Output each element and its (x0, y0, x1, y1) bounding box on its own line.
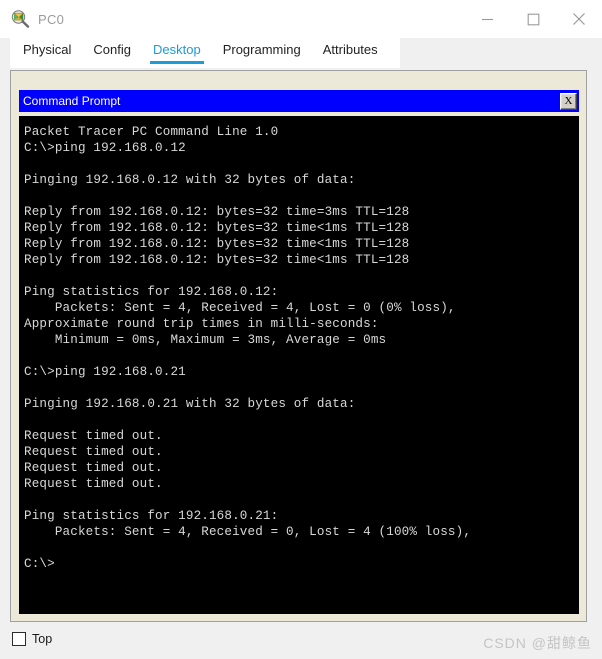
top-checkbox[interactable] (12, 632, 26, 646)
tab-attributes[interactable]: Attributes (323, 38, 378, 64)
command-prompt-close-button[interactable]: X (560, 92, 577, 110)
desktop-panel: Command Prompt X Packet Tracer PC Comman… (10, 70, 587, 622)
packet-tracer-magnifier-icon (10, 9, 30, 29)
command-prompt-titlebar: Command Prompt X (19, 90, 579, 112)
maximize-button[interactable] (510, 0, 556, 38)
command-prompt-title: Command Prompt (23, 94, 121, 108)
tab-programming[interactable]: Programming (223, 38, 301, 64)
tab-config[interactable]: Config (93, 38, 131, 64)
minimize-button[interactable] (464, 0, 510, 38)
close-button[interactable] (556, 0, 602, 38)
watermark-text: CSDN @甜鲸鱼 (483, 635, 592, 651)
top-checkbox-group[interactable]: Top (12, 632, 52, 646)
tab-desktop[interactable]: Desktop (150, 38, 204, 64)
terminal-area[interactable]: Packet Tracer PC Command Line 1.0 C:\>pi… (19, 116, 579, 614)
tab-physical[interactable]: Physical (23, 38, 71, 64)
close-icon (573, 13, 585, 25)
window-controls (464, 0, 602, 38)
tabstrip: Physical Config Desktop Programming Attr… (10, 38, 400, 68)
terminal-output: Packet Tracer PC Command Line 1.0 C:\>pi… (24, 125, 472, 571)
window-title: PC0 (38, 11, 65, 27)
tabstrip-container: Physical Config Desktop Programming Attr… (0, 38, 602, 68)
window-titlebar: PC0 (0, 0, 602, 38)
maximize-icon (527, 13, 539, 25)
top-checkbox-label: Top (32, 631, 53, 646)
command-prompt-window: Command Prompt X Packet Tracer PC Comman… (19, 90, 579, 614)
minimize-icon (481, 18, 493, 20)
footer-bar: Top CSDN @甜鲸鱼 (0, 628, 602, 659)
